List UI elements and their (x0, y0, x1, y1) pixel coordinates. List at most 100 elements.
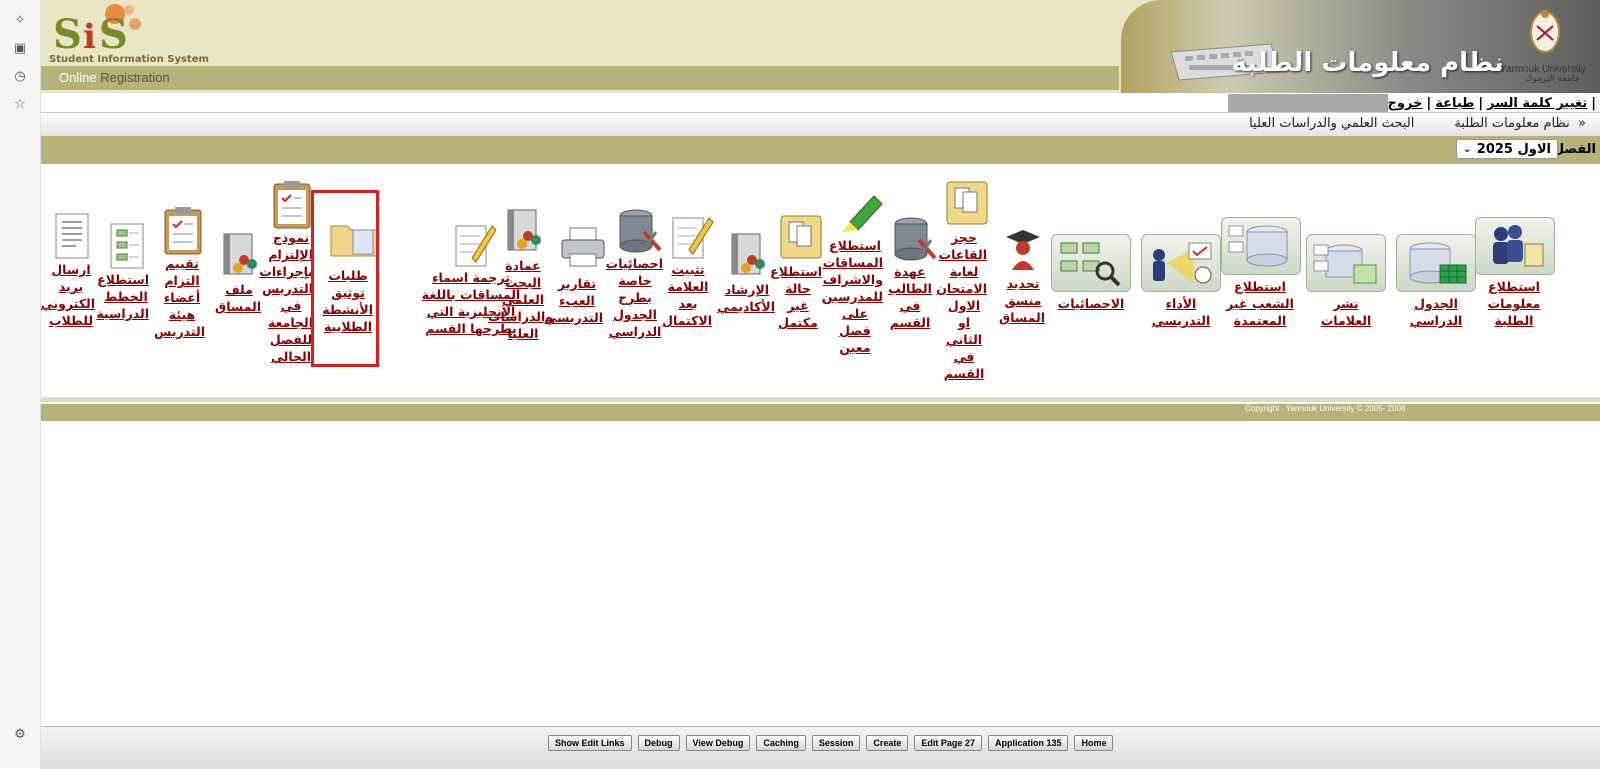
semester-value: الاول 2025 (1476, 141, 1551, 157)
menu-tile[interactable]: نشر العلامات (1306, 234, 1386, 329)
svg-text:S: S (53, 11, 82, 56)
menu-tile[interactable]: استطلاع حالة غير مكتمل (770, 214, 822, 331)
menu-tile-label[interactable]: الجدول الدراسي (1391, 295, 1481, 329)
separator: | (1426, 96, 1432, 111)
menu-tile-label[interactable]: عهدة الطالب في القسم (887, 263, 933, 331)
star-icon[interactable]: ☆ (10, 94, 30, 114)
semester-bar: الفصل الاول 2025 ⌄ (41, 136, 1600, 164)
documents-icon (779, 214, 822, 260)
menu-tile-label[interactable]: الأداء التدريسي (1136, 295, 1226, 329)
menu-tile-label[interactable]: استطلاع معلومات الطلبة (1475, 278, 1553, 329)
menu-tile-label[interactable]: تحديد منسق المساق (999, 275, 1045, 326)
menu-tile-label[interactable]: استطلاع المساقات والاشراف للمدرسين على ف… (822, 237, 883, 356)
separator: | (1591, 96, 1596, 111)
highlighter-icon (836, 188, 883, 234)
menu-tile-label[interactable]: الإرشاد الأكاديمي (717, 281, 775, 315)
browser-side-rail: ✧ ▣ ◷ ☆ ⚙ (0, 0, 41, 768)
menu-tile[interactable]: عهدة الطالب في القسم (887, 214, 937, 331)
menu-tile[interactable]: تقييم التزام أعضاء هيئة التدريس (154, 206, 205, 340)
nav-item-student-info[interactable]: « نظام معلومات الطلبة (1454, 116, 1586, 131)
menu-tile[interactable]: الجدول الدراسي (1391, 234, 1481, 329)
graduate-icon (1004, 226, 1042, 272)
separator: | (1478, 96, 1484, 111)
semester-label: الفصل (1552, 142, 1596, 157)
menu-tile[interactable]: استطلاع الشعب غير المعتمدة (1221, 217, 1301, 329)
menu-tile-label[interactable]: استطلاع حالة غير مكتمل (770, 263, 822, 331)
print-link[interactable]: طباعة (1435, 96, 1474, 111)
database-table-icon (1396, 234, 1476, 292)
menu-tile[interactable]: الاحصائيات (1051, 234, 1131, 312)
menu-tile[interactable]: استطلاع الخطط الدراسية (96, 222, 149, 322)
menu-tile[interactable]: نموذج الإلتزام بإجراءات التدريس في الجام… (259, 180, 313, 365)
top-links: | تغيير كلمة السر | طباعة | خروج (1388, 96, 1596, 111)
selection-highlight (311, 190, 379, 367)
dev-toolbar-button[interactable]: View Debug (685, 735, 751, 751)
menu-tile[interactable]: ارسال بريد الكتروني للطلاب (41, 212, 95, 329)
menu-tile[interactable]: تحديد منسق المساق (999, 226, 1045, 326)
nav-items: « نظام معلومات الطلبة البحث العلمي والدر… (1249, 116, 1586, 131)
settings-icon[interactable]: ⚙ (10, 724, 30, 744)
database-tools-icon (891, 214, 937, 261)
dev-toolbar-button[interactable]: Session (811, 735, 861, 751)
dev-toolbar-button[interactable]: Create (866, 735, 909, 751)
menu-tile-label[interactable]: ملف المساق (215, 281, 261, 315)
menu-tile[interactable]: الأداء التدريسي (1136, 234, 1226, 329)
developer-toolbar: Show Edit Links Debug View Debug Caching Ses… (41, 726, 1600, 769)
menu-tile[interactable]: تثبيت العلامة بعد الاكتمال (662, 212, 714, 329)
semester-select[interactable]: الاول 2025 ⌄ (1456, 139, 1558, 159)
clipboard-check-icon (163, 206, 202, 255)
documents-icon (945, 180, 988, 226)
menu-tile[interactable]: الإرشاد الأكاديمي (717, 232, 775, 315)
flowchart-search-icon (1051, 234, 1131, 292)
menu-tile-label[interactable]: ترجمة اسماء المساقات باللغة الانجليزية ا… (411, 269, 531, 337)
dev-toolbar-button[interactable]: Home (1074, 735, 1114, 751)
logo-tagline: Online Registration (59, 70, 170, 85)
menu-tile-label[interactable]: استطلاع الخطط الدراسية (96, 271, 149, 322)
menu-tile-label[interactable]: نشر العلامات (1306, 295, 1386, 329)
logo-strip (41, 66, 1119, 90)
menu-tile-label[interactable]: حجز القاعات لغاية الامتحان الاول او الثا… (936, 229, 987, 382)
logout-link[interactable]: خروج (1388, 96, 1423, 111)
menu-tile-label[interactable]: تقييم التزام أعضاء هيئة التدريس (154, 255, 205, 340)
sis-logo-icon: S i S (53, 4, 141, 56)
binder-people-icon (220, 232, 258, 278)
binder-people-icon (728, 232, 766, 278)
user-name-box (1228, 94, 1388, 112)
dev-toolbar-button[interactable]: Show Edit Links (548, 735, 632, 751)
menu-tile-label[interactable]: احصائيات خاصة بطرح الجدول الدراسي (606, 255, 663, 340)
nav-arrow-icon: « (1578, 116, 1586, 131)
menu-tile-label[interactable]: استطلاع الشعب غير المعتمدة (1221, 278, 1299, 329)
menu-tile-label[interactable]: الاحصائيات (1051, 295, 1131, 312)
dev-toolbar-button[interactable]: Edit Page 27 (914, 735, 982, 751)
change-password-link[interactable]: تغيير كلمة السر (1487, 96, 1587, 111)
menu-tile[interactable]: ترجمة اسماء المساقات باللغة الانجليزية ا… (411, 220, 531, 337)
svg-text:S: S (99, 11, 128, 56)
sparkle-icon[interactable]: ✧ (10, 10, 30, 30)
svg-text:i: i (83, 17, 96, 56)
menu-tile[interactable]: ملف المساق (215, 232, 261, 315)
database-cards-icon (1306, 234, 1386, 292)
dev-toolbar-button[interactable]: Application 135 (987, 735, 1069, 751)
developer-toolbar-buttons: Show Edit Links Debug View Debug Caching Ses… (548, 735, 1114, 751)
pencil-paper-icon (452, 220, 497, 267)
menu-tile[interactable]: استطلاع معلومات الطلبة (1475, 217, 1555, 329)
printer-icon (558, 226, 605, 272)
dev-toolbar-button[interactable]: Caching (756, 735, 806, 751)
history-icon[interactable]: ◷ (10, 66, 30, 86)
menu-tile[interactable]: تقارير العبء التدريسي (544, 226, 605, 326)
save-icon[interactable]: ▣ (10, 38, 30, 58)
database-tools-icon (616, 206, 662, 253)
breadcrumb-nav: « نظام معلومات الطلبة البحث العلمي والدر… (41, 112, 1600, 137)
banner-title: نظام معلومات الطلبة (1231, 48, 1504, 78)
chevron-down-icon: ⌄ (1463, 143, 1472, 155)
menu-tile-label[interactable]: تثبيت العلامة بعد الاكتمال (662, 261, 712, 329)
menu-tile[interactable]: استطلاع المساقات والاشراف للمدرسين على ف… (822, 188, 883, 356)
menu-tile[interactable]: احصائيات خاصة بطرح الجدول الدراسي (606, 206, 663, 340)
menu-tile-label[interactable]: نموذج الإلتزام بإجراءات التدريس في الجام… (259, 229, 313, 365)
menu-tile-label[interactable]: تقارير العبء التدريسي (544, 275, 603, 326)
nav-item-research[interactable]: البحث العلمي والدراسات العليا (1249, 116, 1414, 131)
menu-tile[interactable]: حجز القاعات لغاية الامتحان الاول او الثا… (936, 180, 988, 382)
menu-tile-label[interactable]: ارسال بريد الكتروني للطلاب (41, 261, 95, 329)
people-scroll-icon (1475, 217, 1555, 275)
dev-toolbar-button[interactable]: Debug (637, 735, 680, 751)
